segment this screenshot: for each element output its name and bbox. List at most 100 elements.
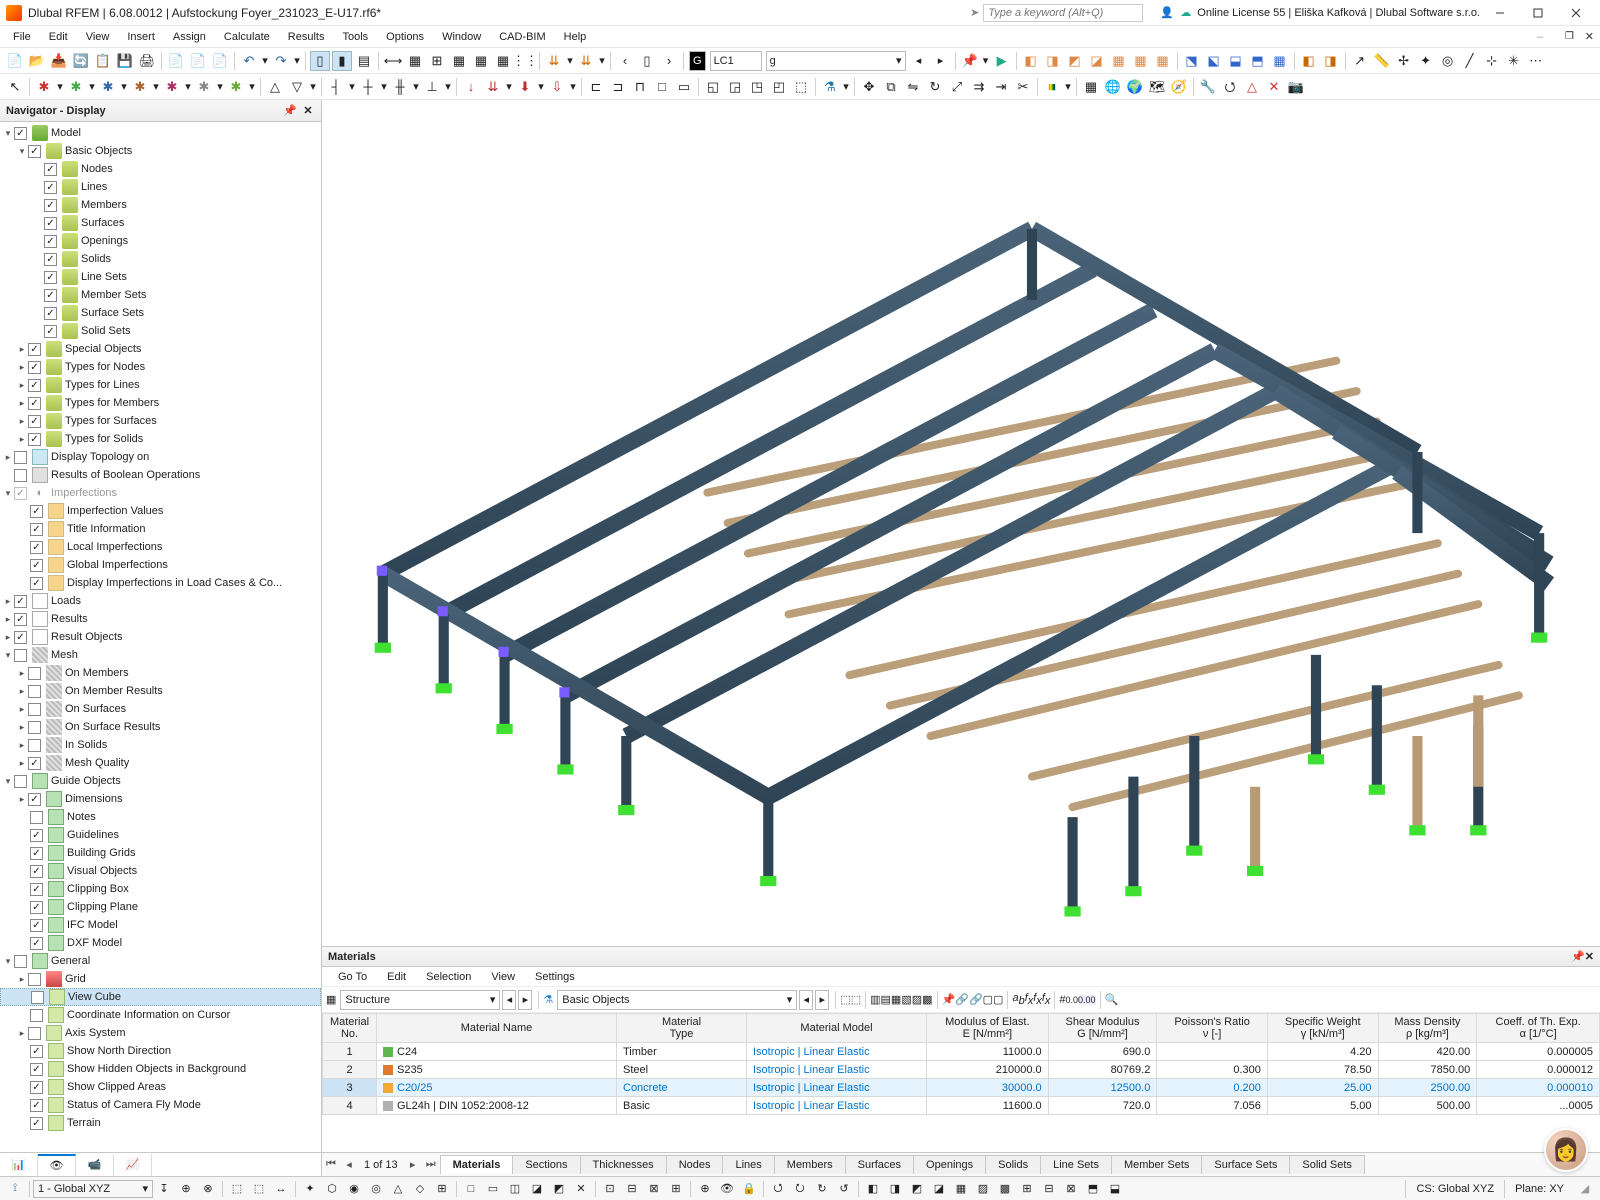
menu-view[interactable]: View xyxy=(77,29,119,45)
node-notes[interactable]: Notes xyxy=(67,811,96,823)
tab-solid-sets[interactable]: Solid Sets xyxy=(1289,1155,1365,1174)
grid3-icon[interactable]: ▦ xyxy=(449,51,469,71)
delete-icon[interactable]: △ xyxy=(1242,77,1262,97)
node-mesh-surfaces[interactable]: On Surfaces xyxy=(65,703,126,715)
model-3d-viewport[interactable] xyxy=(322,100,1600,946)
tab-members[interactable]: Members xyxy=(774,1155,846,1174)
node-boolean[interactable]: Results of Boolean Operations xyxy=(51,469,200,481)
view-shaded-icon[interactable]: ▤ xyxy=(354,51,374,71)
r4-icon[interactable]: ◪ xyxy=(1087,51,1107,71)
menu-assign[interactable]: Assign xyxy=(164,29,215,45)
mat-box2[interactable]: ▢ xyxy=(993,993,1003,1006)
mat-nav2-prev[interactable]: ◂ xyxy=(799,990,813,1010)
sb-i8[interactable]: ⬡ xyxy=(322,1180,342,1198)
mat-search-icon[interactable]: 🔍 xyxy=(1105,993,1119,1006)
col-v[interactable]: Poisson's Ratio ν [-] xyxy=(1157,1014,1268,1043)
sb-rot3[interactable]: ↻ xyxy=(812,1180,832,1198)
calc-icon[interactable]: ▶ xyxy=(992,51,1012,71)
mat-fx4[interactable]: fx xyxy=(1042,992,1051,1007)
undo-icon[interactable]: ↶ xyxy=(239,51,259,71)
sb-i2[interactable]: ⊕ xyxy=(176,1180,196,1198)
sync-icon[interactable]: 🔄 xyxy=(71,51,91,71)
menu-cadbim[interactable]: CAD-BIM xyxy=(490,29,554,45)
loadcase-nav-prev[interactable]: ‹ xyxy=(615,51,635,71)
node-view-cube[interactable]: View Cube xyxy=(68,991,121,1003)
sb-i9[interactable]: ◉ xyxy=(344,1180,364,1198)
node-grid[interactable]: Grid xyxy=(65,973,86,985)
rotate-icon[interactable]: ↻ xyxy=(925,77,945,97)
sb-i10[interactable]: ◎ xyxy=(366,1180,386,1198)
hinge4-icon[interactable]: ⊥ xyxy=(422,77,442,97)
doc1-icon[interactable]: 📄 xyxy=(166,51,186,71)
col-g[interactable]: Shear Modulus G [N/mm²] xyxy=(1048,1014,1157,1043)
cursor-icon[interactable]: ↖ xyxy=(5,77,25,97)
undo-dropdown[interactable]: ▾ xyxy=(260,54,270,67)
sb-eye-icon[interactable]: 👁 xyxy=(717,1180,737,1198)
sb-c2[interactable]: ◨ xyxy=(885,1180,905,1198)
node-imperfections[interactable]: Imperfections xyxy=(51,487,117,499)
grid-icon[interactable]: ▦ xyxy=(405,51,425,71)
node-surfaces[interactable]: Surfaces xyxy=(81,217,124,229)
node-terrain[interactable]: Terrain xyxy=(67,1117,101,1129)
page-next[interactable]: ▸ xyxy=(404,1155,422,1175)
pin-icon[interactable]: 📌 xyxy=(283,104,297,118)
add-member-icon[interactable]: ✱ xyxy=(98,77,118,97)
view-solid-icon[interactable]: ▮ xyxy=(332,51,352,71)
extend-icon[interactable]: ⇥ xyxy=(991,77,1011,97)
close-button[interactable] xyxy=(1558,2,1594,24)
node-imp-values[interactable]: Imperfection Values xyxy=(67,505,163,517)
mat-t3[interactable]: ▦ xyxy=(891,993,901,1006)
sb-resize-icon[interactable]: ◢ xyxy=(1575,1180,1595,1198)
hinge3-icon[interactable]: ╫ xyxy=(390,77,410,97)
new-icon[interactable]: 📄 xyxy=(5,51,25,71)
mat-filter-structure[interactable]: Structure▾ xyxy=(340,990,500,1010)
node-nodes[interactable]: Nodes xyxy=(81,163,113,175)
col-type[interactable]: Material Type xyxy=(617,1014,747,1043)
menu-options[interactable]: Options xyxy=(377,29,433,45)
mat-link1[interactable]: 🔗 xyxy=(955,993,969,1006)
col-alpha[interactable]: Coeff. of Th. Exp. α [1/°C] xyxy=(1477,1014,1600,1043)
sb-c9[interactable]: ⊟ xyxy=(1039,1180,1059,1198)
col-e[interactable]: Modulus of Elast. E [N/mm²] xyxy=(927,1014,1049,1043)
mat-num2[interactable]: 0.00 xyxy=(1078,995,1096,1005)
support2-icon[interactable]: ▽ xyxy=(287,77,307,97)
iso2-icon[interactable]: ◲ xyxy=(725,77,745,97)
scale-icon[interactable]: ⤢ xyxy=(947,77,967,97)
node-clipped-areas[interactable]: Show Clipped Areas xyxy=(67,1081,166,1093)
camera-icon[interactable]: 📷 xyxy=(1286,77,1306,97)
sb-lock-icon[interactable]: 🔒 xyxy=(739,1180,759,1198)
mat-menu-settings[interactable]: Settings xyxy=(525,969,585,985)
loadcase-box-icon[interactable]: ▯ xyxy=(637,51,657,71)
hinge-icon[interactable]: ┤ xyxy=(326,77,346,97)
sb-i5[interactable]: ⬚ xyxy=(249,1180,269,1198)
node-guidelines[interactable]: Guidelines xyxy=(67,829,119,841)
redo-icon[interactable]: ↷ xyxy=(271,51,291,71)
sb-i11[interactable]: △ xyxy=(388,1180,408,1198)
r1-icon[interactable]: ◧ xyxy=(1021,51,1041,71)
r2-icon[interactable]: ◨ xyxy=(1043,51,1063,71)
sb-i3[interactable]: ⊗ xyxy=(198,1180,218,1198)
save-icon[interactable]: 💾 xyxy=(115,51,135,71)
sb-c6[interactable]: ▨ xyxy=(973,1180,993,1198)
menu-tools[interactable]: Tools xyxy=(333,29,377,45)
node-types-lines[interactable]: Types for Lines xyxy=(65,379,140,391)
doc-close[interactable]: ✕ xyxy=(1583,30,1596,43)
r7-icon[interactable]: ▦ xyxy=(1153,51,1173,71)
tool2-icon[interactable]: ⭯ xyxy=(1220,77,1240,97)
doc-restore[interactable]: ❐ xyxy=(1556,29,1583,44)
table-row[interactable]: 4GL24h | DIN 1052:2008-12BasicIsotropic … xyxy=(323,1097,1600,1115)
col-name[interactable]: Material Name xyxy=(377,1014,617,1043)
grid5-icon[interactable]: ▦ xyxy=(493,51,513,71)
globe-icon[interactable]: 🌐 xyxy=(1103,77,1123,97)
mat-fx3[interactable]: fx xyxy=(1033,992,1042,1007)
node-north[interactable]: Show North Direction xyxy=(67,1045,171,1057)
table-row[interactable]: 2S235SteelIsotropic | Linear Elastic2100… xyxy=(323,1061,1600,1079)
add-opening-icon[interactable]: ✱ xyxy=(194,77,214,97)
tab-openings[interactable]: Openings xyxy=(913,1155,986,1174)
m4-icon[interactable]: ⬒ xyxy=(1248,51,1268,71)
node-surfacesets[interactable]: Surface Sets xyxy=(81,307,144,319)
panel-close-icon[interactable]: ✕ xyxy=(301,104,315,118)
grid4-icon[interactable]: ▦ xyxy=(471,51,491,71)
tab-lines[interactable]: Lines xyxy=(722,1155,774,1174)
point-icon[interactable]: ✦ xyxy=(1416,51,1436,71)
